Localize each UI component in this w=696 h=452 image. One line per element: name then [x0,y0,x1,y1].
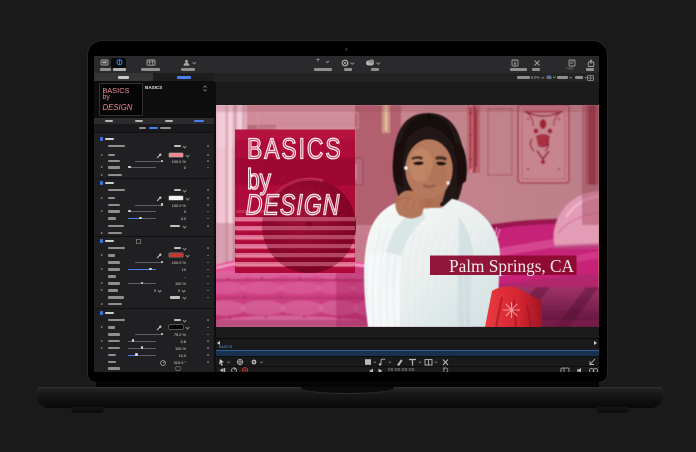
svg-text:Palm Springs, CA: Palm Springs, CA [449,256,574,276]
svg-text:BASICS: BASICS [247,134,343,165]
svg-text:DESIGN: DESIGN [246,190,341,221]
